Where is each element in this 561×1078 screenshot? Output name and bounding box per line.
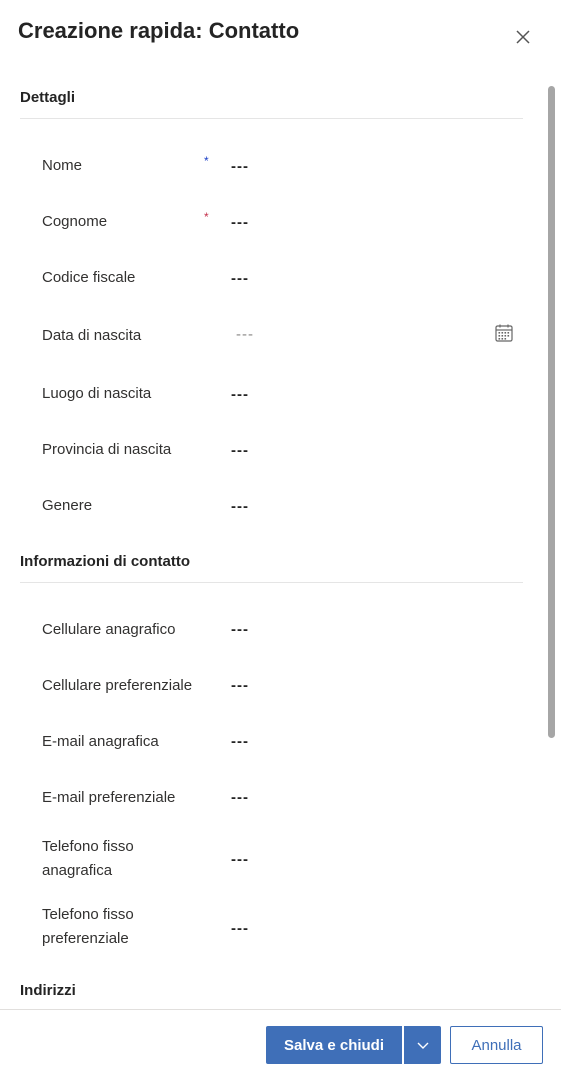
- save-options-dropdown-button[interactable]: [404, 1026, 441, 1064]
- label-telefono-fisso-preferenziale: Telefono fisso preferenziale: [42, 903, 134, 951]
- label-line: preferenziale: [42, 930, 129, 947]
- label-line: Telefono fisso: [42, 906, 134, 923]
- field-provincia-nascita[interactable]: ---: [231, 442, 249, 459]
- save-and-close-button[interactable]: Salva e chiudi: [266, 1026, 402, 1064]
- field-genere[interactable]: ---: [231, 498, 249, 515]
- calendar-icon[interactable]: [494, 323, 514, 343]
- cancel-button[interactable]: Annulla: [450, 1026, 543, 1064]
- section-divider: [20, 118, 523, 119]
- form-scroll-area[interactable]: Dettagli Nome * --- Cognome * --- Codice…: [0, 70, 561, 1008]
- label-line: anagrafica: [42, 862, 113, 879]
- required-indicator: *: [204, 154, 209, 168]
- dialog-footer: Salva e chiudi Annulla: [0, 1009, 561, 1078]
- field-cognome[interactable]: ---: [231, 214, 249, 231]
- section-title-dettagli: Dettagli: [20, 89, 76, 106]
- label-provincia-nascita: Provincia di nascita: [42, 441, 172, 458]
- field-telefono-fisso-anagrafica[interactable]: ---: [231, 851, 249, 868]
- field-email-anagrafica[interactable]: ---: [231, 733, 249, 750]
- label-nome: Nome: [42, 157, 83, 174]
- field-email-preferenziale[interactable]: ---: [231, 789, 249, 806]
- dialog-header: Creazione rapida: Contatto: [0, 0, 561, 70]
- section-title-indirizzi: Indirizzi: [20, 982, 76, 999]
- required-indicator: *: [204, 210, 209, 224]
- close-icon: [516, 30, 530, 44]
- label-data-nascita: Data di nascita: [42, 327, 142, 344]
- field-luogo-nascita[interactable]: ---: [231, 386, 249, 403]
- field-telefono-fisso-preferenziale[interactable]: ---: [231, 920, 249, 937]
- dialog-title: Creazione rapida: Contatto: [18, 18, 300, 43]
- field-cellulare-preferenziale[interactable]: ---: [231, 677, 249, 694]
- label-telefono-fisso-anagrafica: Telefono fisso anagrafica: [42, 835, 134, 883]
- scrollbar-thumb[interactable]: [548, 86, 555, 738]
- label-codice-fiscale: Codice fiscale: [42, 269, 136, 286]
- label-cognome: Cognome: [42, 213, 108, 230]
- label-line: Telefono fisso: [42, 838, 134, 855]
- field-cellulare-anagrafico[interactable]: ---: [231, 621, 249, 638]
- field-data-nascita[interactable]: ---: [236, 326, 254, 343]
- label-luogo-nascita: Luogo di nascita: [42, 385, 152, 402]
- field-codice-fiscale[interactable]: ---: [231, 270, 249, 287]
- chevron-down-icon: [417, 1042, 428, 1049]
- field-nome[interactable]: ---: [231, 158, 249, 175]
- label-email-anagrafica: E-mail anagrafica: [42, 733, 159, 750]
- close-button[interactable]: [512, 26, 534, 48]
- section-title-contatto: Informazioni di contatto: [20, 553, 190, 570]
- label-cellulare-anagrafico: Cellulare anagrafico: [42, 621, 176, 638]
- section-divider: [20, 582, 523, 583]
- label-genere: Genere: [42, 497, 93, 514]
- label-email-preferenziale: E-mail preferenziale: [42, 789, 176, 806]
- label-cellulare-preferenziale: Cellulare preferenziale: [42, 677, 193, 694]
